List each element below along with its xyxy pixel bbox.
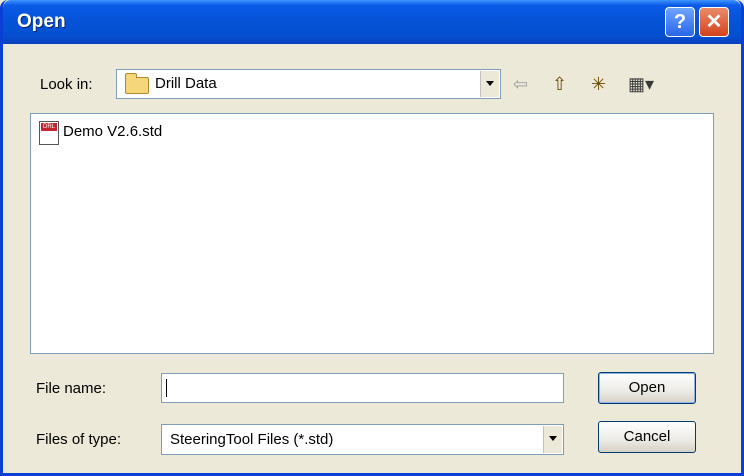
look-in-dropdown-arrow-icon[interactable] xyxy=(480,71,499,97)
files-of-type-dropdown[interactable]: SteeringTool Files (*.std) xyxy=(161,424,564,455)
close-button[interactable]: ✕ xyxy=(699,7,729,37)
back-icon[interactable]: ⇦ xyxy=(513,75,528,93)
drill-data-file-icon xyxy=(39,121,59,145)
files-of-type-label: Files of type: xyxy=(36,431,122,448)
files-of-type-dropdown-arrow-icon[interactable] xyxy=(543,426,562,453)
cancel-button[interactable]: Cancel xyxy=(598,421,696,453)
views-menu-icon[interactable]: ▦▾ xyxy=(628,75,654,93)
file-list[interactable]: Demo V2.6.std xyxy=(30,113,714,354)
file-name-input[interactable] xyxy=(161,373,564,403)
text-caret xyxy=(166,379,167,397)
help-button[interactable]: ? xyxy=(665,7,695,37)
folder-icon xyxy=(125,73,149,94)
title-bar[interactable]: Open ? ✕ xyxy=(3,0,741,44)
file-name-text: Demo V2.6.std xyxy=(63,123,163,140)
look-in-value: Drill Data xyxy=(155,75,217,92)
dialog-title: Open xyxy=(17,11,66,32)
open-dialog: Open ? ✕ Look in: Drill Data ⇦ ⇧ ✳ ▦▾ De… xyxy=(0,0,744,476)
look-in-label: Look in: xyxy=(40,76,93,93)
file-name-label: File name: xyxy=(36,380,107,397)
look-in-dropdown[interactable]: Drill Data xyxy=(116,69,501,99)
up-folder-icon[interactable]: ⇧ xyxy=(552,75,567,93)
new-folder-icon[interactable]: ✳ xyxy=(591,75,606,93)
open-button[interactable]: Open xyxy=(598,372,696,404)
files-of-type-value: SteeringTool Files (*.std) xyxy=(170,431,334,448)
